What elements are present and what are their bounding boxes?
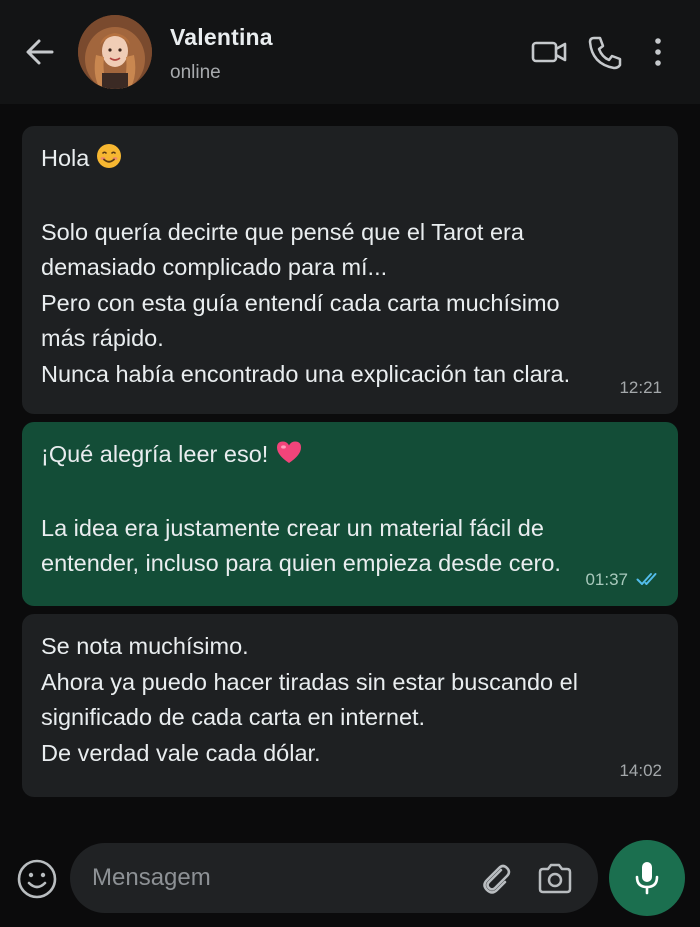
message-input[interactable] <box>92 861 462 895</box>
double-check-icon <box>636 573 657 586</box>
chat-app: Valentina online Hola Solo quería decirt… <box>0 0 700 927</box>
message-text: Se nota muchísimo. Ahora ya puedo hacer … <box>41 633 578 766</box>
avatar[interactable] <box>78 15 152 89</box>
message-greeting-line: ¡Qué alegría leer eso! <box>41 437 659 476</box>
voice-call-button[interactable] <box>586 34 624 70</box>
message-greeting: ¡Qué alegría leer eso! <box>41 441 269 467</box>
message-time: 12:21 <box>619 377 662 397</box>
emoji-icon <box>17 859 57 899</box>
message-greeting-line: Hola <box>41 141 659 180</box>
phone-icon <box>588 36 622 70</box>
message-text: La idea era justamente crear un material… <box>41 514 561 577</box>
message-time: 01:37 <box>585 569 628 589</box>
message-bubble-incoming[interactable]: Se nota muchísimo. Ahora ya puedo hacer … <box>22 614 678 797</box>
contact-name[interactable]: Valentina <box>170 24 273 51</box>
message-meta: 01:37 <box>585 562 662 598</box>
message-bubble-outgoing[interactable]: ¡Qué alegría leer eso! La idea era justa… <box>22 422 678 606</box>
paperclip-icon <box>483 864 511 894</box>
message-text: Solo quería decirte que pensé que el Tar… <box>41 218 571 387</box>
message-time: 14:02 <box>619 760 662 780</box>
camera-button[interactable] <box>536 861 574 897</box>
emoji-button[interactable] <box>16 858 58 900</box>
video-call-button[interactable] <box>530 34 568 70</box>
contact-status: online <box>170 62 221 83</box>
microphone-icon <box>635 862 659 895</box>
avatar-image <box>78 15 152 89</box>
smiling-face-icon <box>96 143 122 180</box>
message-composer <box>0 828 700 927</box>
video-call-icon <box>531 41 567 63</box>
heart-icon <box>275 439 303 476</box>
message-meta: 14:02 <box>619 753 662 789</box>
message-bubble-incoming[interactable]: Hola Solo quería decirte que pensé que e… <box>22 126 678 414</box>
attach-button[interactable] <box>478 861 514 897</box>
back-button[interactable] <box>22 36 58 68</box>
camera-icon <box>538 863 572 894</box>
more-options-button[interactable] <box>648 34 668 70</box>
message-input-container <box>70 843 598 913</box>
chat-header: Valentina online <box>0 0 700 104</box>
message-list[interactable]: Hola Solo quería decirte que pensé que e… <box>0 104 700 822</box>
message-greeting: Hola <box>41 145 90 171</box>
message-meta: 12:21 <box>619 370 662 406</box>
more-vertical-icon <box>655 38 661 66</box>
arrow-left-icon <box>26 39 54 65</box>
voice-message-button[interactable] <box>609 840 685 916</box>
